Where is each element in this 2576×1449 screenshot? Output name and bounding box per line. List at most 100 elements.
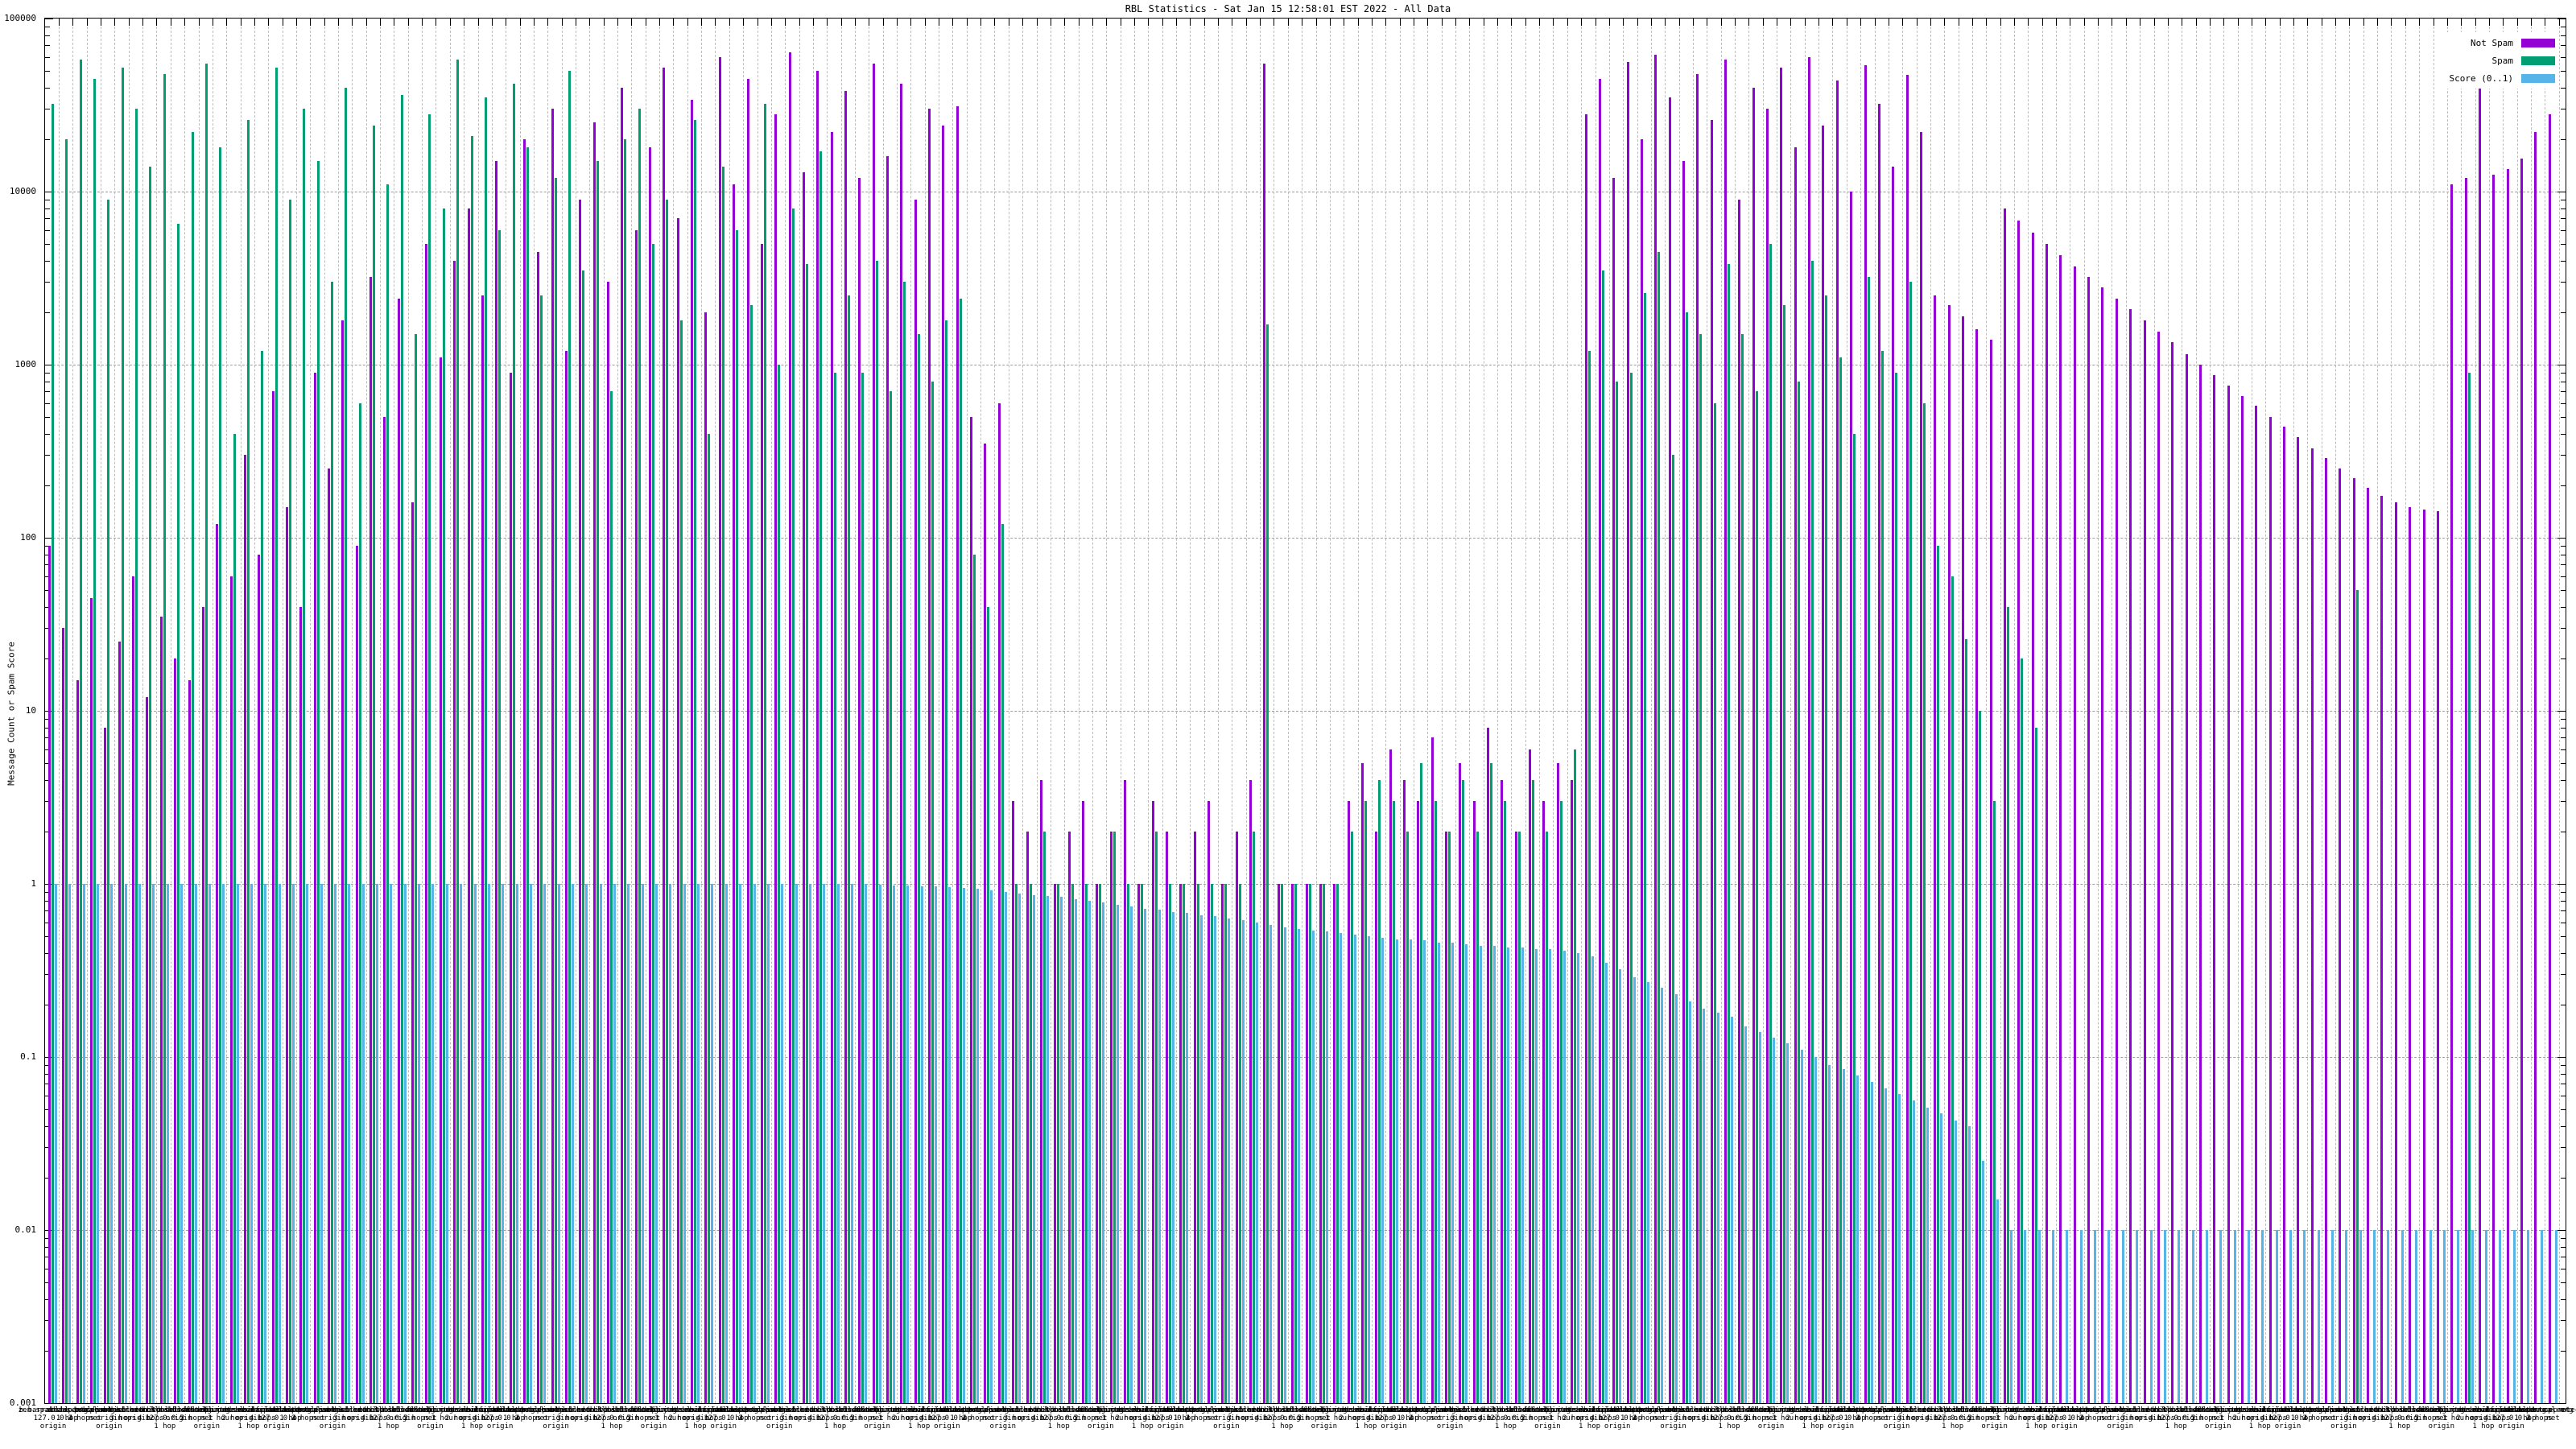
x-tick-top — [519, 19, 521, 26]
v-gridline — [561, 19, 563, 1403]
bar-score — [2429, 1230, 2432, 1403]
x-tick-top — [1692, 19, 1694, 26]
v-gridline — [2056, 19, 2058, 1403]
x-tick-top — [2405, 19, 2406, 26]
x-tick-top — [491, 19, 493, 26]
bar-not-spam — [1668, 97, 1671, 1403]
x-tick-top — [268, 19, 270, 26]
v-gridline — [86, 19, 88, 1403]
bar-score — [2079, 1230, 2083, 1403]
bar-score — [1814, 1057, 1818, 1403]
bar-spam — [1728, 264, 1730, 1403]
x-tick-top — [2391, 19, 2392, 26]
bar-not-spam — [313, 372, 316, 1403]
bar-not-spam — [1445, 832, 1447, 1403]
y-minor-tick-left — [45, 485, 50, 487]
bar-not-spam — [1109, 832, 1113, 1403]
bar-spam — [1964, 638, 1967, 1403]
x-tick-top — [2125, 19, 2127, 26]
bar-not-spam — [1612, 177, 1616, 1403]
x-tick-top — [1623, 19, 1624, 26]
bar-spam — [93, 78, 97, 1403]
v-gridline — [2125, 19, 2127, 1403]
v-gridline — [2195, 19, 2197, 1403]
bar-score — [2387, 1230, 2390, 1403]
v-gridline — [422, 19, 423, 1403]
x-tick-top — [715, 19, 716, 26]
bar-not-spam — [1151, 801, 1154, 1403]
bar-spam — [1811, 260, 1814, 1403]
v-gridline — [1986, 19, 1988, 1403]
v-gridline — [1190, 19, 1191, 1403]
bar-not-spam — [2492, 175, 2496, 1403]
bar-spam — [1336, 884, 1340, 1403]
v-gridline — [2503, 19, 2504, 1403]
v-gridline — [226, 19, 228, 1403]
x-tick-top — [365, 19, 367, 26]
x-tick-top — [1762, 19, 1764, 26]
bar-spam — [1922, 402, 1926, 1403]
bar-not-spam — [1822, 126, 1825, 1403]
bar-spam — [568, 70, 571, 1403]
bar-not-spam — [1166, 832, 1168, 1403]
bar-spam — [2355, 589, 2359, 1403]
x-tick-top — [310, 19, 312, 26]
bar-score — [2261, 1230, 2264, 1403]
y-minor-tick-right — [2561, 139, 2566, 141]
v-gridline — [1735, 19, 1736, 1403]
y-minor-tick-right — [2561, 974, 2566, 976]
bar-not-spam — [2394, 502, 2397, 1403]
x-tick-top — [1930, 19, 1931, 26]
bar-not-spam — [243, 455, 246, 1403]
x-tick-top — [980, 19, 982, 26]
bar-spam — [1084, 884, 1088, 1403]
v-gridline — [1315, 19, 1317, 1403]
bar-score — [1437, 942, 1440, 1403]
legend: Not Spam Spam Score (0..1) — [2441, 32, 2557, 89]
x-tick-top — [2056, 19, 2058, 26]
bar-spam — [1099, 884, 1102, 1403]
legend-row-score: Score (0..1) — [2450, 69, 2555, 87]
x-tick-top — [1427, 19, 1429, 26]
x-tick-top — [1315, 19, 1317, 26]
bar-score — [1129, 906, 1133, 1403]
v-gridline — [617, 19, 618, 1403]
bar-spam — [1238, 884, 1241, 1403]
bar-not-spam — [733, 184, 736, 1403]
bar-not-spam — [2143, 320, 2146, 1403]
bar-spam — [2034, 727, 2037, 1403]
bar-not-spam — [1221, 884, 1224, 1403]
v-gridline — [827, 19, 828, 1403]
bar-spam — [1280, 884, 1283, 1403]
v-gridline — [1371, 19, 1373, 1403]
bar-not-spam — [928, 109, 931, 1403]
x-tick-top — [1203, 19, 1205, 26]
v-gridline — [407, 19, 409, 1403]
bar-score — [1535, 949, 1538, 1403]
bar-not-spam — [607, 282, 609, 1403]
x-tick-top — [910, 19, 912, 26]
bar-not-spam — [676, 218, 679, 1403]
bar-not-spam — [328, 469, 330, 1403]
bar-not-spam — [2352, 478, 2355, 1403]
x-tick-top — [1902, 19, 1904, 26]
bar-score — [1144, 908, 1147, 1403]
x-tick-top — [1455, 19, 1456, 26]
chart-title: RBL Statistics - Sat Jan 15 12:58:01 EST… — [1125, 3, 1451, 14]
bar-spam — [204, 63, 208, 1403]
bar-spam — [624, 139, 627, 1403]
bar-score — [1856, 1075, 1860, 1403]
bar-score — [1283, 927, 1286, 1403]
bar-score — [557, 884, 560, 1403]
bar-score — [82, 884, 85, 1403]
bar-not-spam — [1864, 64, 1867, 1403]
bar-score — [1032, 895, 1035, 1403]
v-gridline — [1623, 19, 1624, 1403]
bar-score — [1507, 947, 1510, 1403]
bar-not-spam — [997, 402, 1001, 1403]
bar-spam — [861, 372, 865, 1403]
bar-not-spam — [564, 350, 568, 1403]
bar-score — [1773, 1037, 1776, 1403]
y-minor-tick-right — [2561, 391, 2566, 393]
bar-spam — [679, 320, 683, 1403]
